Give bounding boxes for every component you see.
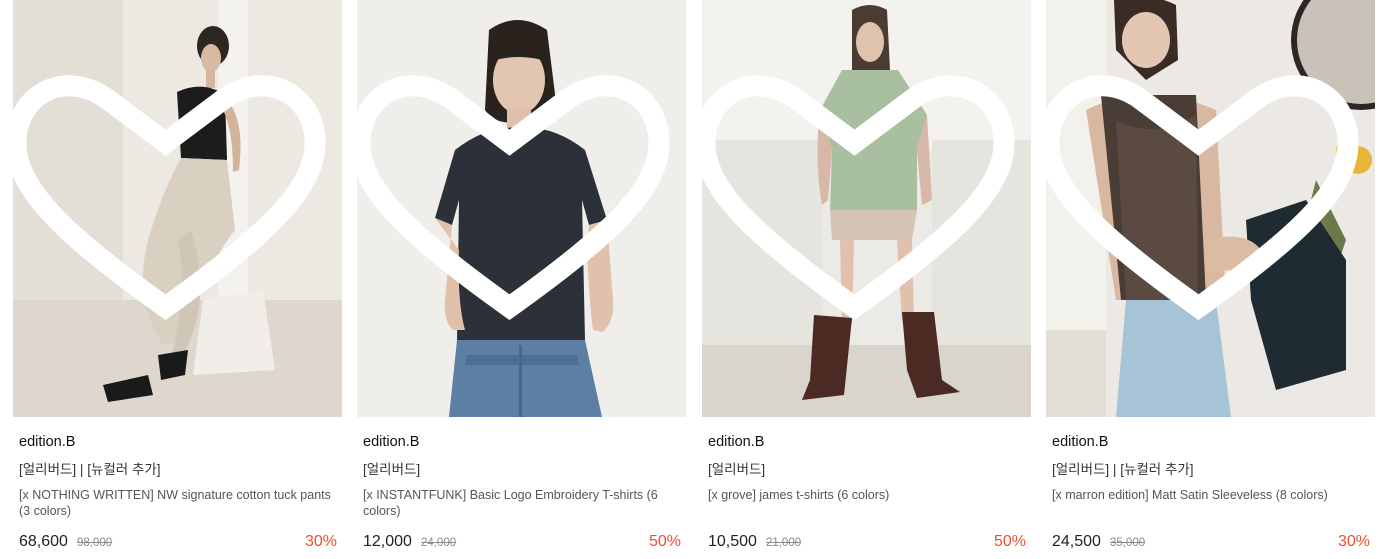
product-image[interactable]	[1046, 0, 1375, 417]
product-card[interactable]: edition.B [얼리버드] | [뉴컬러 추가] [x marron ed…	[1046, 0, 1375, 559]
original-price: 21,000	[765, 537, 802, 549]
discount-rate: 50%	[648, 533, 681, 550]
heart-icon[interactable]	[13, 0, 330, 411]
price-row: 12,000 24,000 50%	[363, 533, 681, 553]
product-tags: [얼리버드] | [뉴컬러 추가]	[19, 462, 161, 477]
price-row: 10,500 21,000 50%	[708, 533, 1026, 553]
sale-price: 10,500	[708, 533, 757, 550]
product-image[interactable]	[357, 0, 686, 417]
discount-rate: 50%	[993, 533, 1026, 550]
heart-icon[interactable]	[702, 0, 1019, 411]
product-brand[interactable]: edition.B	[1052, 433, 1370, 451]
product-card[interactable]: edition.B [얼리버드] | [뉴컬러 추가] [x NOTHING W…	[13, 0, 342, 559]
discount-rate: 30%	[1337, 533, 1370, 550]
product-info: edition.B [얼리버드] | [뉴컬러 추가] [x NOTHING W…	[19, 433, 337, 519]
product-info: edition.B [얼리버드] | [뉴컬러 추가] [x marron ed…	[1052, 433, 1370, 519]
product-brand[interactable]: edition.B	[708, 433, 1026, 451]
price-row: 68,600 98,000 30%	[19, 533, 337, 553]
product-tags: [얼리버드]	[708, 462, 766, 477]
product-image[interactable]	[13, 0, 342, 417]
heart-icon[interactable]	[1046, 0, 1363, 411]
heart-icon[interactable]	[357, 0, 674, 411]
discount-rate: 30%	[304, 533, 337, 550]
original-price: 35,000	[1109, 537, 1146, 549]
price-row: 24,500 35,000 30%	[1052, 533, 1370, 553]
product-name[interactable]: [x grove] james t-shirts (6 colors)	[708, 487, 1026, 519]
product-tags: [얼리버드]	[363, 462, 421, 477]
sale-price: 12,000	[363, 533, 412, 550]
original-price: 98,000	[76, 537, 113, 549]
product-info: edition.B [얼리버드] [x INSTANTFUNK] Basic L…	[363, 433, 681, 519]
product-brand[interactable]: edition.B	[363, 433, 681, 451]
product-name[interactable]: [x NOTHING WRITTEN] NW signature cotton …	[19, 487, 337, 519]
product-grid: edition.B [얼리버드] | [뉴컬러 추가] [x NOTHING W…	[0, 0, 1397, 559]
product-name[interactable]: [x INSTANTFUNK] Basic Logo Embroidery T-…	[363, 487, 681, 519]
original-price: 24,000	[420, 537, 457, 549]
product-info: edition.B [얼리버드] [x grove] james t-shirt…	[708, 433, 1026, 519]
product-image[interactable]	[702, 0, 1031, 417]
product-card[interactable]: edition.B [얼리버드] [x INSTANTFUNK] Basic L…	[357, 0, 686, 559]
product-brand[interactable]: edition.B	[19, 433, 337, 451]
product-card[interactable]: edition.B [얼리버드] [x grove] james t-shirt…	[702, 0, 1031, 559]
sale-price: 24,500	[1052, 533, 1101, 550]
product-name[interactable]: [x marron edition] Matt Satin Sleeveless…	[1052, 487, 1370, 519]
product-tags: [얼리버드] | [뉴컬러 추가]	[1052, 462, 1194, 477]
sale-price: 68,600	[19, 533, 68, 550]
